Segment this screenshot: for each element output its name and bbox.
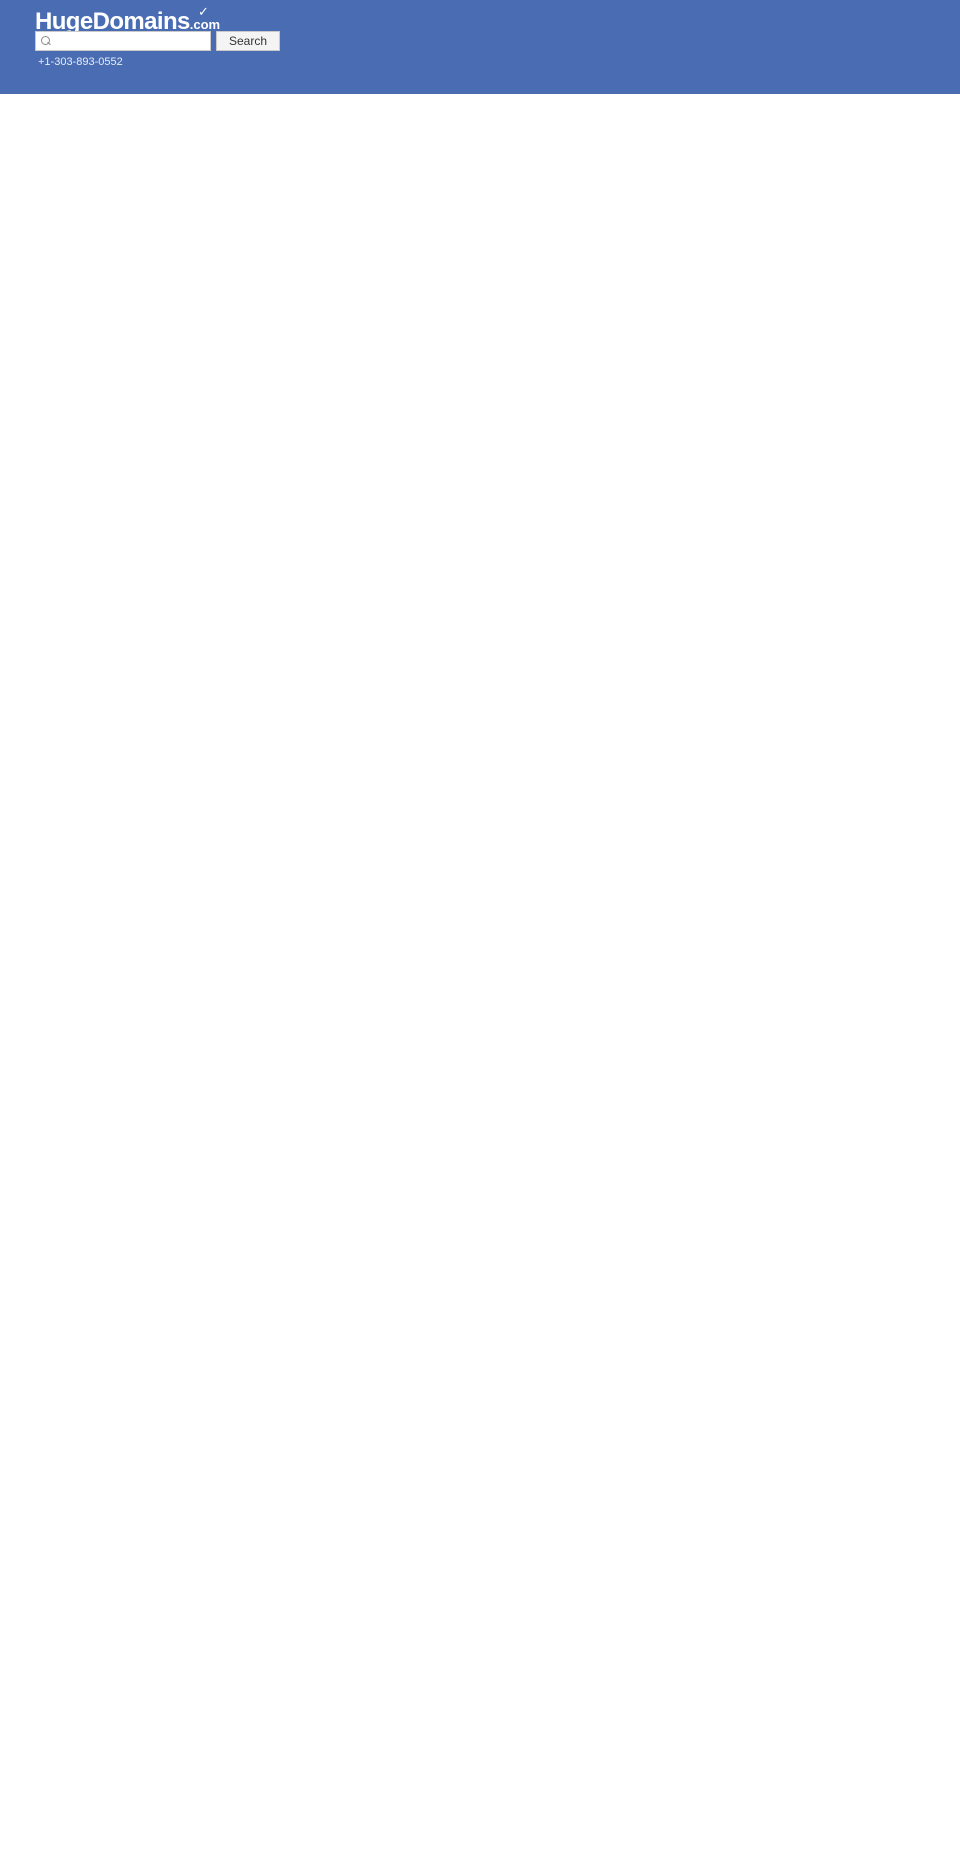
search-button[interactable]: Search — [216, 31, 281, 51]
search-input[interactable] — [52, 35, 210, 47]
search-input-wrapper[interactable] — [35, 31, 211, 51]
search-icon — [40, 35, 52, 47]
logo-check-icon: ✓ — [198, 4, 209, 19]
header-phone[interactable]: +1-303-893-0552 — [38, 56, 123, 68]
page-root: HugeDomains.com ✓ Search +1-303-893-0552… — [0, 0, 960, 94]
site-header: HugeDomains.com ✓ Search +1-303-893-0552 — [0, 0, 960, 94]
domain-search: Search — [35, 31, 281, 51]
